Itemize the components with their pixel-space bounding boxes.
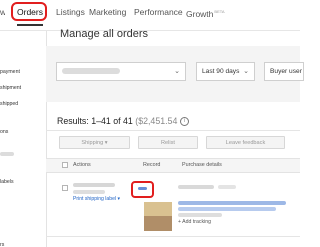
leave-feedback-button[interactable]: Leave feedback — [206, 136, 285, 149]
page-title: Manage all orders — [60, 28, 149, 40]
item-title-link-line2[interactable] — [178, 207, 276, 211]
nav-item-partial[interactable]: w — [0, 0, 5, 30]
divider — [46, 236, 300, 237]
beta-badge: BETA — [214, 9, 225, 14]
sidebar-item-shipping-labels[interactable]: labels — [0, 179, 14, 185]
tab-performance[interactable]: Performance — [134, 0, 183, 30]
sidebar: payment shipment shipped ons labels rs — [0, 31, 47, 247]
item-id-text — [178, 213, 222, 217]
row-checkbox[interactable] — [62, 185, 68, 191]
column-record: Record — [143, 162, 161, 168]
row-date-subtext — [73, 190, 105, 194]
add-tracking-link[interactable]: + Add tracking — [178, 219, 211, 225]
column-purchase-details: Purchase details — [182, 162, 222, 168]
results-count: Results: 1–41 of 41 — [57, 116, 133, 126]
search-field-select-value: Buyer user — [270, 68, 302, 75]
print-shipping-label-text: Print shipping label — [73, 196, 117, 202]
shipping-button-label: Shipping — [81, 140, 104, 146]
tab-marketing[interactable]: Marketing — [89, 0, 126, 30]
search-field-select[interactable]: Buyer user — [264, 62, 304, 81]
shipping-button[interactable]: Shipping ▾ — [59, 136, 130, 149]
info-icon[interactable]: i — [179, 117, 189, 127]
tab-growth[interactable]: GrowthBETA — [186, 0, 225, 30]
select-all-checkbox[interactable] — [62, 162, 68, 168]
buyer-name-text — [178, 185, 214, 189]
sidebar-item-shipped[interactable]: shipped — [0, 101, 18, 107]
item-title-link[interactable] — [178, 201, 286, 205]
top-navigation: w Orders Listings Marketing Performance … — [0, 0, 300, 31]
sidebar-item-awaiting-payment[interactable]: payment — [0, 69, 20, 75]
sidebar-item-partial[interactable]: rs — [0, 242, 4, 247]
column-actions: Actions — [73, 162, 91, 168]
sidebar-item-awaiting-shipment[interactable]: shipment — [0, 85, 21, 91]
sidebar-item-returns[interactable]: ons — [0, 129, 8, 135]
period-select-value: Last 90 days — [202, 68, 240, 75]
chevron-down-icon: ⌄ — [174, 68, 180, 75]
relist-button[interactable]: Relist — [138, 136, 198, 149]
row-date-text — [73, 183, 115, 187]
status-select[interactable]: ⌄ — [56, 62, 186, 81]
chevron-down-icon: ▾ — [117, 196, 121, 202]
item-thumbnail-bottom[interactable] — [144, 216, 172, 231]
divider — [46, 130, 300, 131]
record-highlight-annotation — [131, 181, 154, 198]
sidebar-item-shipping-partial — [0, 151, 14, 157]
chevron-down-icon: ⌄ — [243, 68, 249, 75]
tab-listings[interactable]: Listings — [56, 0, 85, 30]
table-header: Actions Record Purchase details — [46, 158, 300, 173]
tab-growth-label: Growth — [186, 8, 214, 19]
buyer-id-text — [218, 185, 236, 189]
results-summary: Results: 1–41 of 41 ($2,451.54 i — [57, 116, 189, 127]
print-shipping-label-link[interactable]: Print shipping label ▾ — [73, 196, 120, 202]
status-select-value — [62, 68, 120, 75]
orders-highlight-annotation — [11, 2, 47, 21]
chevron-down-icon: ▾ — [104, 140, 108, 146]
period-select[interactable]: Last 90 days ⌄ — [196, 62, 255, 81]
results-total: ($2,451.54 — [135, 116, 178, 126]
item-thumbnail-top[interactable] — [144, 202, 172, 216]
